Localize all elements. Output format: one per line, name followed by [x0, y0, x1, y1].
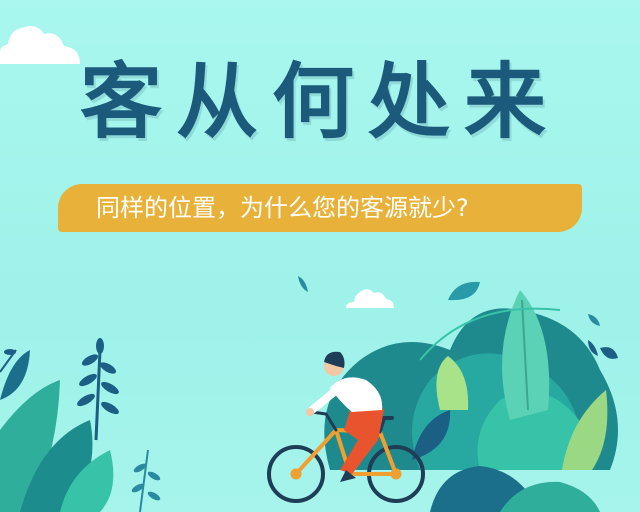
cloud-small: [346, 289, 394, 308]
small-leaf: [588, 314, 600, 326]
floating-leaf: [448, 281, 480, 301]
poster-title: 客从何处来: [79, 55, 560, 150]
plants-left: [0, 338, 161, 512]
small-leaf: [298, 276, 308, 292]
poster-canvas: 客从何处来 同样的位置，为什么您的客源就少?: [0, 0, 640, 512]
subtitle-text: 同样的位置，为什么您的客源就少?: [96, 194, 469, 222]
cloud-top-left: [0, 26, 80, 64]
